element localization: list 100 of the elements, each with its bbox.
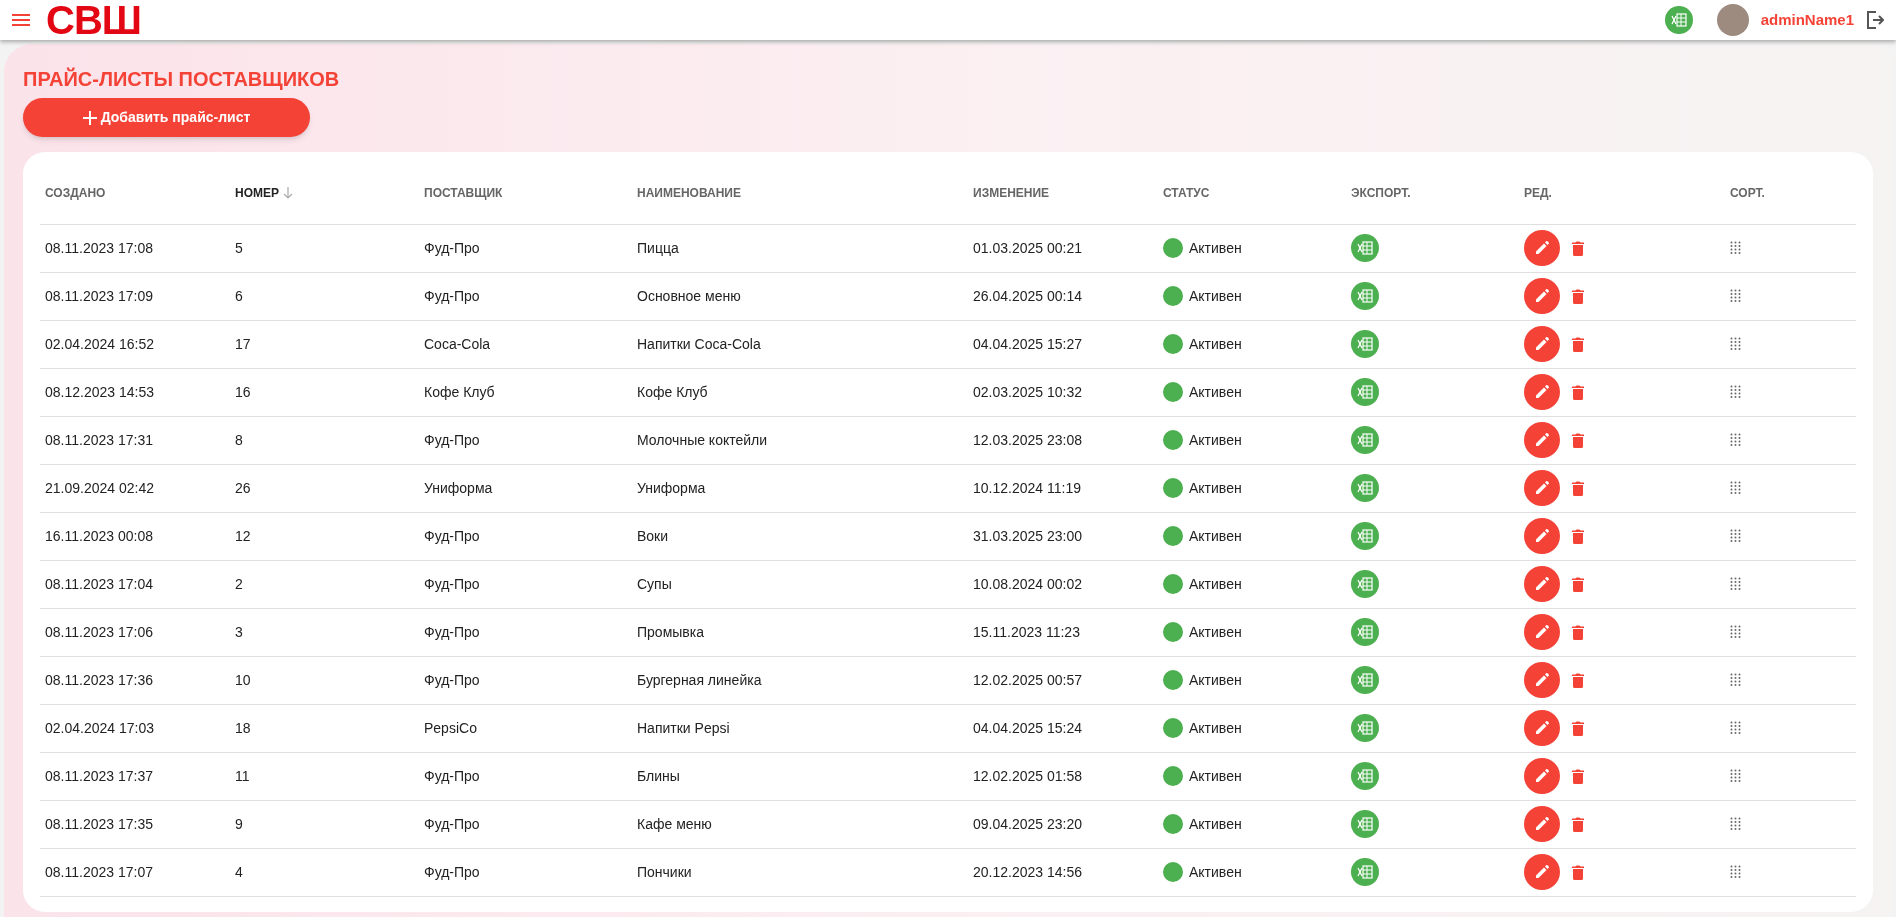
table-cell: Фуд-Про: [424, 287, 480, 304]
table-cell: 26: [235, 479, 251, 496]
drag-handle-icon[interactable]: [1730, 433, 1741, 447]
table-cell: 08.11.2023 17:04: [45, 575, 153, 592]
table-cell: 04.04.2025 15:24: [973, 719, 1082, 736]
drag-handle-icon[interactable]: [1730, 289, 1741, 303]
trash-icon[interactable]: [1572, 240, 1584, 256]
avatar[interactable]: [1716, 4, 1749, 36]
table-cell: 08.11.2023 17:07: [45, 863, 153, 880]
drag-handle-icon[interactable]: [1730, 481, 1741, 495]
user-name[interactable]: adminName1: [1760, 8, 1854, 32]
trash-icon[interactable]: [1572, 336, 1584, 352]
spreadsheet-export-icon[interactable]: [1351, 810, 1379, 838]
edit-button[interactable]: [1524, 614, 1560, 650]
trash-icon[interactable]: [1572, 528, 1584, 544]
drag-handle-icon[interactable]: [1730, 673, 1741, 687]
column-header[interactable]: РЕД.: [1524, 183, 1552, 202]
trash-icon[interactable]: [1572, 864, 1584, 880]
table-cell: 6: [235, 287, 243, 304]
trash-icon[interactable]: [1572, 576, 1584, 592]
table-cell: 8: [235, 431, 243, 448]
table-cell: Униформа: [637, 479, 706, 496]
status-text: Активен: [1189, 334, 1242, 354]
table-cell: 08.11.2023 17:08: [45, 239, 153, 256]
column-header[interactable]: НАИМЕНОВАНИЕ: [637, 183, 741, 202]
edit-button[interactable]: [1524, 278, 1560, 314]
drag-handle-icon[interactable]: [1730, 625, 1741, 639]
status-text: Активен: [1189, 286, 1242, 306]
spreadsheet-export-icon[interactable]: [1351, 474, 1379, 502]
trash-icon[interactable]: [1572, 480, 1584, 496]
table-cell: Униформа: [424, 479, 493, 496]
table-cell: 5: [235, 239, 243, 256]
trash-icon[interactable]: [1572, 816, 1584, 832]
table-cell: Фуд-Про: [424, 527, 480, 544]
spreadsheet-export-icon[interactable]: [1351, 282, 1379, 310]
trash-icon[interactable]: [1572, 768, 1584, 784]
edit-button[interactable]: [1524, 854, 1560, 890]
spreadsheet-icon[interactable]: [1664, 6, 1693, 34]
spreadsheet-export-icon[interactable]: [1351, 426, 1379, 454]
spreadsheet-export-icon[interactable]: [1351, 714, 1379, 742]
edit-button[interactable]: [1524, 230, 1560, 266]
edit-button[interactable]: [1524, 326, 1560, 362]
edit-button[interactable]: [1524, 470, 1560, 506]
table-cell: 9: [235, 815, 243, 832]
drag-handle-icon[interactable]: [1730, 529, 1741, 543]
column-header[interactable]: СОЗДАНО: [45, 183, 106, 202]
trash-icon[interactable]: [1572, 432, 1584, 448]
table-cell: Основное меню: [637, 287, 741, 304]
spreadsheet-export-icon[interactable]: [1351, 234, 1379, 262]
drag-handle-icon[interactable]: [1730, 385, 1741, 399]
spreadsheet-export-icon[interactable]: [1351, 858, 1379, 886]
column-header[interactable]: ЭКСПОРТ.: [1351, 183, 1411, 202]
edit-button[interactable]: [1524, 518, 1560, 554]
drag-handle-icon[interactable]: [1730, 241, 1741, 255]
edit-button[interactable]: [1524, 374, 1560, 410]
table-cell: 4: [235, 863, 243, 880]
logout-icon[interactable]: [1866, 10, 1884, 30]
menu-icon[interactable]: [12, 13, 30, 27]
spreadsheet-export-icon[interactable]: [1351, 762, 1379, 790]
column-header[interactable]: НОМЕР: [235, 183, 293, 202]
spreadsheet-export-icon[interactable]: [1351, 618, 1379, 646]
edit-button[interactable]: [1524, 806, 1560, 842]
drag-handle-icon[interactable]: [1730, 577, 1741, 591]
edit-button[interactable]: [1524, 566, 1560, 602]
spreadsheet-export-icon[interactable]: [1351, 666, 1379, 694]
drag-handle-icon[interactable]: [1730, 769, 1741, 783]
trash-icon[interactable]: [1572, 288, 1584, 304]
add-price-list-button[interactable]: Добавить прайс-лист: [23, 98, 310, 137]
edit-button[interactable]: [1524, 710, 1560, 746]
trash-icon[interactable]: [1572, 384, 1584, 400]
drag-handle-icon[interactable]: [1730, 817, 1741, 831]
trash-icon[interactable]: [1572, 720, 1584, 736]
spreadsheet-export-icon[interactable]: [1351, 522, 1379, 550]
spreadsheet-export-icon[interactable]: [1351, 378, 1379, 406]
trash-icon[interactable]: [1572, 672, 1584, 688]
status-text: Активен: [1189, 574, 1242, 594]
drag-handle-icon[interactable]: [1730, 721, 1741, 735]
spreadsheet-export-icon[interactable]: [1351, 570, 1379, 598]
page-title: ПРАЙС-ЛИСТЫ ПОСТАВЩИКОВ: [23, 66, 341, 92]
column-header[interactable]: ПОСТАВЩИК: [424, 183, 503, 202]
column-header[interactable]: ИЗМЕНЕНИЕ: [973, 183, 1050, 202]
pencil-icon: [1534, 240, 1550, 256]
pencil-icon: [1534, 624, 1550, 640]
edit-button[interactable]: [1524, 758, 1560, 794]
table-cell: Напитки Coca-Cola: [637, 335, 761, 352]
edit-button[interactable]: [1524, 422, 1560, 458]
table-cell: 02.04.2024 16:52: [45, 335, 154, 352]
column-header[interactable]: СТАТУС: [1163, 183, 1210, 202]
spreadsheet-export-icon[interactable]: [1351, 330, 1379, 358]
table-cell: 3: [235, 623, 243, 640]
drag-handle-icon[interactable]: [1730, 865, 1741, 879]
edit-button[interactable]: [1524, 662, 1560, 698]
table-cell: Фуд-Про: [424, 767, 480, 784]
pencil-icon: [1534, 480, 1550, 496]
drag-handle-icon[interactable]: [1730, 337, 1741, 351]
trash-icon[interactable]: [1572, 624, 1584, 640]
status-text: Активен: [1189, 382, 1242, 402]
column-header[interactable]: СОРТ.: [1730, 183, 1765, 202]
table-cell: 10: [235, 671, 251, 688]
table-cell: Coca-Cola: [424, 335, 491, 352]
